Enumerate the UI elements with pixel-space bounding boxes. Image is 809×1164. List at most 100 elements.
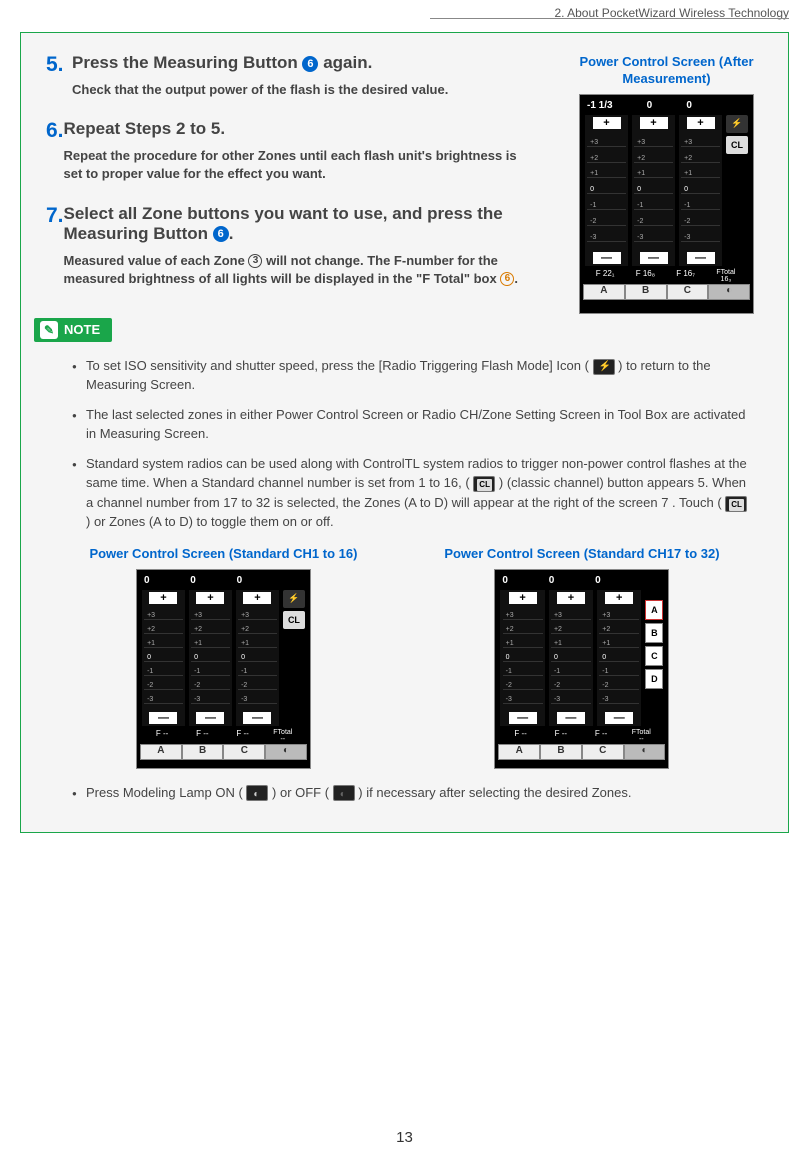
minus-button[interactable]: — xyxy=(243,712,271,724)
slider-a: + +3+2+10-1-2-3 — xyxy=(142,590,185,726)
top-val: 0 xyxy=(647,100,653,111)
top-val: 0 xyxy=(190,575,196,586)
slider-b: + +3+2+10-1-2-3 — xyxy=(189,590,232,726)
step-description: Measured value of each Zone 3 will not c… xyxy=(64,252,531,288)
radio-flash-icon xyxy=(593,359,615,375)
slider-c: + +3+2+10-1-2-3 — xyxy=(679,115,722,266)
note-item-4: Press Modeling Lamp ON ( ) or OFF ( ) if… xyxy=(72,783,755,803)
note-item-3: Standard system radios can be used along… xyxy=(72,454,755,532)
flash-mode-button[interactable]: ⚡ xyxy=(726,115,748,133)
screen-label: Power Control Screen (Standard CH1 to 16… xyxy=(89,546,357,563)
lamp-on-icon xyxy=(246,785,268,801)
lamp-button[interactable]: ◐ xyxy=(624,744,666,760)
step-title-text: Select all Zone buttons you want to use,… xyxy=(64,204,503,243)
plus-button[interactable]: + xyxy=(196,592,224,604)
device-screen-ch17-32: 0 0 0 + +3+2+10-1-2-3 — + +3+2+10-1-2-3 … xyxy=(494,569,669,769)
step-desc-text: Measured value of each Zone xyxy=(64,253,249,268)
minus-button[interactable]: — xyxy=(687,252,715,264)
top-val: 0 xyxy=(549,575,555,586)
note-text: ) or Zones (A to D) to toggle them on or… xyxy=(86,514,334,529)
screen-block-ch1-16: Power Control Screen (Standard CH1 to 16… xyxy=(89,546,357,769)
screens-row: Power Control Screen (Standard CH1 to 16… xyxy=(46,546,763,769)
zone-a-button[interactable]: A xyxy=(498,744,540,760)
ftotal-label: FTotal xyxy=(273,729,292,736)
cl-button[interactable]: CL xyxy=(283,611,305,629)
zone-toggle-b[interactable]: B xyxy=(645,623,663,643)
note-item-2: The last selected zones in either Power … xyxy=(72,405,755,444)
lamp-button[interactable]: ◐ xyxy=(708,284,750,300)
ref-circle-6-outline: 6 xyxy=(500,272,514,286)
lamp-off-icon xyxy=(333,785,355,801)
ref-circle-3: 3 xyxy=(248,254,262,268)
slider-b: + +3+2+10-1-2-3 — xyxy=(632,115,675,266)
plus-button[interactable]: + xyxy=(149,592,177,604)
ftotal-value: -- xyxy=(639,736,644,743)
screen-label-after: Power Control Screen (After Measurement) xyxy=(569,54,764,88)
top-val: -1 1/3 xyxy=(587,100,613,111)
f-value: F 22₁ xyxy=(585,269,625,283)
top-val: 0 xyxy=(686,100,692,111)
zone-c-button[interactable]: C xyxy=(223,744,265,760)
step-desc-text: . xyxy=(514,271,518,286)
zone-c-button[interactable]: C xyxy=(667,284,709,300)
right-column: Power Control Screen (After Measurement)… xyxy=(569,54,764,314)
cl-button[interactable]: CL xyxy=(726,136,748,154)
step-title-text: . xyxy=(229,224,234,243)
step-number: 6. xyxy=(46,119,64,183)
note-text: To set ISO sensitivity and shutter speed… xyxy=(86,358,593,373)
lamp-button[interactable]: ◐ xyxy=(265,744,307,760)
step-title: Press the Measuring Button 6 again. xyxy=(72,53,448,73)
plus-button[interactable]: + xyxy=(687,117,715,129)
ftotal-label: FTotal xyxy=(632,729,651,736)
zone-b-button[interactable]: B xyxy=(540,744,582,760)
flash-mode-button[interactable]: ⚡ xyxy=(283,590,305,608)
note-list-2: Press Modeling Lamp ON ( ) or OFF ( ) if… xyxy=(46,783,763,803)
note-label: NOTE xyxy=(64,322,100,337)
minus-button[interactable]: — xyxy=(605,712,633,724)
minus-button[interactable]: — xyxy=(640,252,668,264)
step-number: 7. xyxy=(46,204,64,288)
zone-c-button[interactable]: C xyxy=(582,744,624,760)
zone-toggle-d[interactable]: D xyxy=(645,669,663,689)
minus-button[interactable]: — xyxy=(196,712,224,724)
plus-button[interactable]: + xyxy=(593,117,621,129)
minus-button[interactable]: — xyxy=(509,712,537,724)
cl-icon xyxy=(473,476,495,492)
minus-button[interactable]: — xyxy=(557,712,585,724)
note-text: ) or OFF ( xyxy=(268,785,332,800)
zone-a-button[interactable]: A xyxy=(140,744,182,760)
zone-toggle-a[interactable]: A xyxy=(645,600,663,620)
screen-block-ch17-32: Power Control Screen (Standard CH17 to 3… xyxy=(444,546,719,769)
f-value: F -- xyxy=(581,729,621,743)
zone-b-button[interactable]: B xyxy=(182,744,224,760)
minus-button[interactable]: — xyxy=(149,712,177,724)
page-number: 13 xyxy=(396,1129,413,1146)
top-val: 0 xyxy=(595,575,601,586)
plus-button[interactable]: + xyxy=(640,117,668,129)
plus-button[interactable]: + xyxy=(243,592,271,604)
top-val: 0 xyxy=(502,575,508,586)
step-title-text: again. xyxy=(318,53,372,72)
note-item-1: To set ISO sensitivity and shutter speed… xyxy=(72,356,755,395)
device-screen-ch1-16: 0 0 0 + +3+2+10-1-2-3 — + +3+2+10-1-2-3 … xyxy=(136,569,311,769)
slider-c: + +3+2+10-1-2-3 — xyxy=(597,590,641,726)
note-list: To set ISO sensitivity and shutter speed… xyxy=(46,342,763,532)
zone-b-button[interactable]: B xyxy=(625,284,667,300)
plus-button[interactable]: + xyxy=(557,592,585,604)
slider-b: + +3+2+10-1-2-3 — xyxy=(549,590,593,726)
slider-a: + +3+2+10-1-2-3 — xyxy=(585,115,628,266)
slider-c: + +3+2+10-1-2-3 — xyxy=(236,590,279,726)
ftotal-value: -- xyxy=(280,736,285,743)
top-val: 0 xyxy=(237,575,243,586)
step-title-text: Press the Measuring Button xyxy=(72,53,302,72)
minus-button[interactable]: — xyxy=(593,252,621,264)
zone-toggle-c[interactable]: C xyxy=(645,646,663,666)
zone-a-button[interactable]: A xyxy=(583,284,625,300)
step-title: Repeat Steps 2 to 5. xyxy=(64,119,531,139)
plus-button[interactable]: + xyxy=(509,592,537,604)
step-number: 5. xyxy=(46,53,72,99)
f-value: F -- xyxy=(142,729,182,743)
plus-button[interactable]: + xyxy=(605,592,633,604)
f-value: F -- xyxy=(182,729,222,743)
f-value: F -- xyxy=(500,729,540,743)
